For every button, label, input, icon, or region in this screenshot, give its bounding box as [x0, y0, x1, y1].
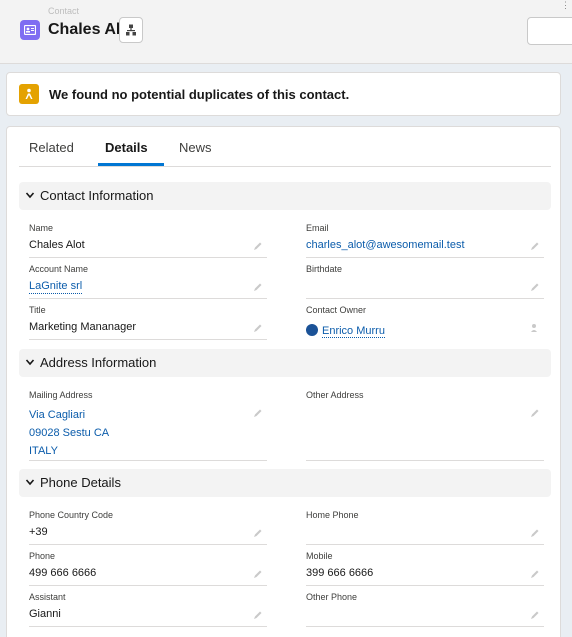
owner-avatar: [306, 324, 318, 336]
field-label: Account Name: [29, 264, 89, 274]
mailing-address-link[interactable]: Via Cagliari 09028 Sestu CA ITALY: [29, 406, 109, 460]
field-divider: [29, 585, 267, 586]
email-link[interactable]: charles_alot@awesomemail.test: [306, 239, 465, 252]
corner-mark: ⋮: [561, 0, 570, 10]
edit-pencil-icon[interactable]: [253, 241, 263, 251]
field-label: Assistant: [29, 592, 66, 602]
edit-pencil-icon[interactable]: [253, 408, 263, 418]
field-assistant: Assistant Gianni: [29, 592, 267, 628]
section-contact-information[interactable]: Contact Information: [19, 182, 551, 210]
duplicate-warning-icon: [19, 84, 39, 104]
address-line: Via Cagliari: [29, 409, 86, 421]
field-phone-country-code: Phone Country Code +39: [29, 510, 267, 546]
section-title: Contact Information: [40, 188, 154, 203]
field-home-phone: Home Phone: [306, 510, 544, 546]
field-divider: [306, 626, 544, 627]
edit-pencil-icon[interactable]: [253, 569, 263, 579]
edit-pencil-icon[interactable]: [530, 282, 540, 292]
edit-pencil-icon[interactable]: [253, 528, 263, 538]
field-label: Other Address: [306, 390, 364, 400]
address-line: 09028 Sestu CA: [29, 427, 110, 439]
tab-related[interactable]: Related: [29, 140, 74, 155]
details-card: Related Details News Contact Information…: [6, 126, 561, 637]
edit-pencil-icon[interactable]: [530, 610, 540, 620]
field-divider: [29, 257, 267, 258]
field-label: Other Phone: [306, 592, 358, 602]
field-label: Birthdate: [306, 264, 343, 274]
record-header: Contact Chales Alot: [0, 0, 572, 64]
field-divider: [29, 544, 267, 545]
chevron-down-icon: [25, 359, 35, 366]
field-label: Mobile: [306, 551, 333, 561]
hierarchy-button[interactable]: [119, 17, 143, 43]
field-title: Title Marketing Mananager: [29, 305, 267, 341]
section-address-information[interactable]: Address Information: [19, 349, 551, 377]
change-owner-icon[interactable]: [530, 323, 540, 333]
field-contact-owner: Contact Owner Enrico Murru: [306, 305, 544, 341]
field-label: Title: [29, 305, 46, 315]
owner-link[interactable]: Enrico Murru: [322, 325, 385, 338]
section-title: Phone Details: [40, 475, 121, 490]
field-divider: [306, 585, 544, 586]
field-label: Name: [29, 223, 54, 233]
field-value[interactable]: 499 666 6666: [29, 567, 96, 579]
field-divider: [29, 460, 267, 461]
field-account-name: Account Name LaGnite srl: [29, 264, 267, 300]
field-value: +39: [29, 526, 48, 538]
tab-news[interactable]: News: [179, 140, 212, 155]
edit-pencil-icon[interactable]: [530, 528, 540, 538]
contact-icon: [20, 20, 40, 40]
field-other-phone: Other Phone: [306, 592, 544, 628]
field-label: Contact Owner: [306, 305, 367, 315]
field-divider: [306, 544, 544, 545]
tab-details[interactable]: Details: [105, 140, 148, 155]
field-label: Phone: [29, 551, 56, 561]
field-value: Chales Alot: [29, 239, 85, 251]
field-divider: [29, 626, 267, 627]
field-label: Email: [306, 223, 329, 233]
field-label: Home Phone: [306, 510, 359, 520]
field-email: Email charles_alot@awesomemail.test: [306, 223, 544, 259]
edit-pencil-icon[interactable]: [253, 610, 263, 620]
field-value[interactable]: 399 666 6666: [306, 567, 373, 579]
duplicates-card: We found no potential duplicates of this…: [6, 72, 561, 116]
edit-pencil-icon[interactable]: [530, 569, 540, 579]
edit-pencil-icon[interactable]: [530, 241, 540, 251]
field-birthdate: Birthdate: [306, 264, 544, 300]
field-label: Phone Country Code: [29, 510, 114, 520]
address-line: ITALY: [29, 445, 58, 457]
field-divider: [306, 257, 544, 258]
field-label: Mailing Address: [29, 390, 93, 400]
tab-bar: Related Details News: [19, 127, 551, 167]
section-title: Address Information: [40, 355, 157, 370]
account-link[interactable]: LaGnite srl: [29, 280, 83, 294]
field-other-address: Other Address: [306, 390, 544, 462]
field-mobile: Mobile 399 666 6666: [306, 551, 544, 587]
active-tab-indicator: [98, 163, 164, 166]
section-phone-details[interactable]: Phone Details: [19, 469, 551, 497]
field-value: Marketing Mananager: [29, 321, 137, 333]
object-label: Contact: [48, 6, 80, 16]
field-divider: [29, 339, 267, 340]
field-value: Gianni: [29, 608, 61, 620]
chevron-down-icon: [25, 192, 35, 199]
edit-pencil-icon[interactable]: [253, 323, 263, 333]
owner-value: Enrico Murru: [306, 321, 385, 339]
field-divider: [306, 460, 544, 461]
duplicates-message: We found no potential duplicates of this…: [49, 87, 350, 102]
field-mailing-address: Mailing Address Via Cagliari 09028 Sestu…: [29, 390, 267, 462]
field-name: Name Chales Alot: [29, 223, 267, 259]
field-phone: Phone 499 666 6666: [29, 551, 267, 587]
hierarchy-icon: [126, 24, 136, 36]
edit-pencil-icon[interactable]: [530, 408, 540, 418]
follow-button[interactable]: [527, 17, 572, 45]
edit-pencil-icon[interactable]: [253, 282, 263, 292]
field-divider: [29, 298, 267, 299]
field-divider: [306, 298, 544, 299]
chevron-down-icon: [25, 479, 35, 486]
